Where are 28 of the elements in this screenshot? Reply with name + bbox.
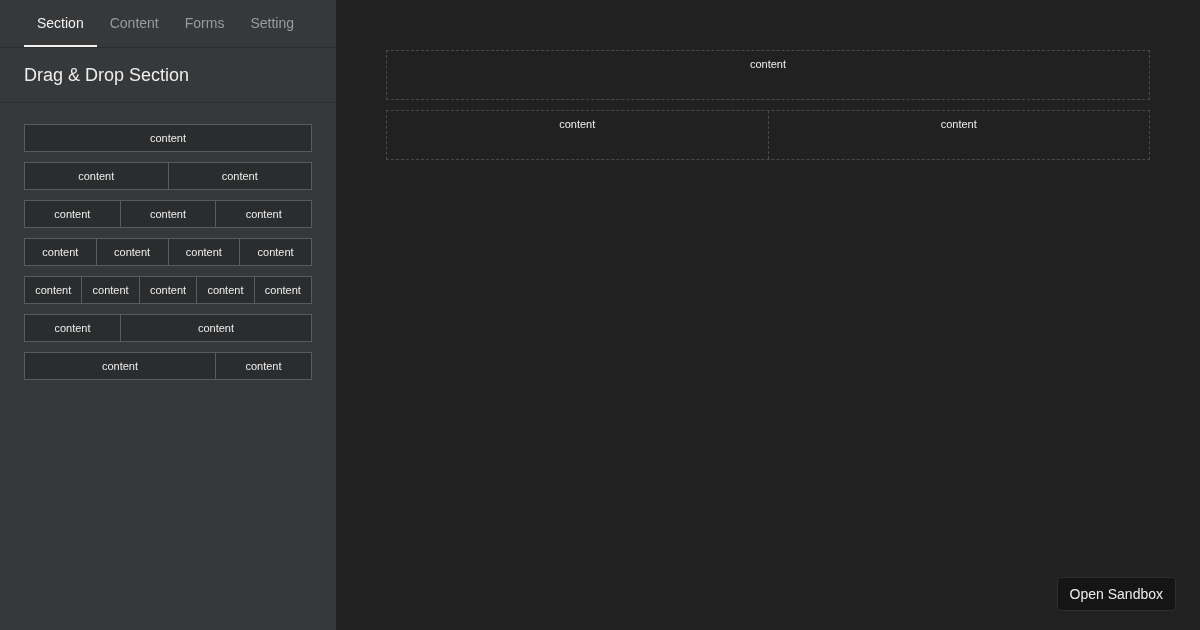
layout-block[interactable]: content bbox=[24, 124, 312, 152]
tab[interactable]: Content bbox=[96, 0, 172, 47]
layout-block[interactable]: content bbox=[24, 352, 216, 380]
layout-block[interactable]: content bbox=[215, 200, 312, 228]
layout-block[interactable]: content bbox=[196, 276, 255, 304]
content-column[interactable]: content bbox=[387, 111, 768, 159]
layout-block[interactable]: content bbox=[95, 238, 169, 266]
content-column[interactable]: content bbox=[387, 51, 1149, 99]
layout-block[interactable]: content bbox=[167, 238, 241, 266]
tab[interactable]: Setting bbox=[237, 0, 307, 47]
layout-block[interactable]: content bbox=[24, 238, 97, 266]
panel-title: Drag & Drop Section bbox=[0, 48, 336, 103]
open-sandbox-button[interactable]: Open Sandbox bbox=[1056, 577, 1176, 611]
layout-block[interactable]: content bbox=[167, 162, 312, 190]
layout-block[interactable]: content bbox=[24, 200, 121, 228]
layout-block[interactable]: content bbox=[215, 352, 312, 380]
layout-block[interactable]: content bbox=[24, 314, 121, 342]
layout-block[interactable]: content bbox=[239, 238, 312, 266]
layout-block[interactable]: content bbox=[81, 276, 140, 304]
layout-block[interactable]: content bbox=[24, 276, 83, 304]
layout-block[interactable]: content bbox=[119, 200, 217, 228]
tab[interactable]: Section bbox=[24, 0, 97, 47]
layout-block[interactable]: content bbox=[24, 162, 169, 190]
layout-block[interactable]: content bbox=[253, 276, 313, 304]
content-column[interactable]: content bbox=[767, 111, 1149, 159]
layout-block[interactable]: content bbox=[138, 276, 198, 304]
layout-block[interactable]: content bbox=[120, 314, 312, 342]
tab[interactable]: Forms bbox=[171, 0, 238, 47]
